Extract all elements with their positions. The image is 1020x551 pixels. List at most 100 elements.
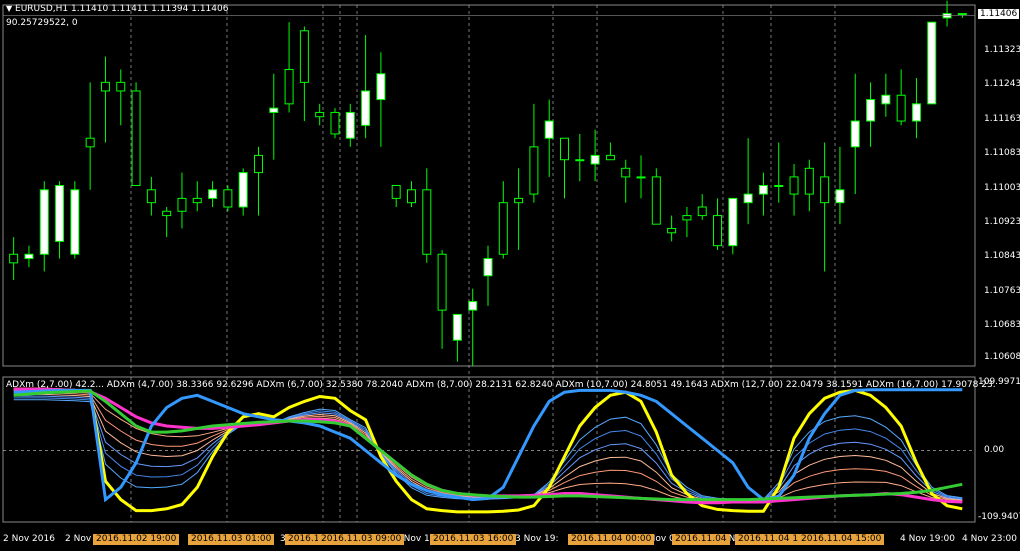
- candle-body: [39, 189, 49, 255]
- time-crosshair-badge: 2016.11.02 19:00: [93, 534, 180, 545]
- candle-body: [253, 154, 263, 174]
- candle-body: [927, 21, 937, 105]
- time-tick-label: 3 Nov 19:: [515, 534, 559, 544]
- chart-window[interactable]: ▼ EURUSD,H1 1.11410 1.11411 1.11394 1.11…: [0, 0, 1020, 551]
- candle-body: [758, 185, 768, 195]
- candle-body: [468, 301, 478, 311]
- time-tick-label: 2 Nov: [65, 534, 92, 544]
- symbol-line: EURUSD,H1 1.11410 1.11411 1.11394 1.1140…: [15, 4, 229, 14]
- candle-body: [957, 13, 967, 16]
- time-tick-label: 4 Nov 23:00: [962, 534, 1017, 544]
- candle-body: [483, 258, 493, 277]
- candle-body: [376, 73, 386, 101]
- candle-body: [682, 215, 692, 221]
- price-tick-label: 1.11243: [984, 79, 1020, 90]
- time-tick-label: 2 Nov 2016: [3, 534, 55, 544]
- candle-body: [452, 313, 462, 341]
- main-pane-frame: [2, 4, 976, 367]
- candle-body: [713, 215, 723, 247]
- candle-body: [835, 189, 845, 204]
- candle-body: [575, 159, 585, 162]
- time-crosshair-badge: 2016.11.03 16:00: [430, 534, 517, 545]
- candle-body: [70, 189, 80, 255]
- candle-body: [774, 185, 784, 187]
- indicator-tick-label: -109.9407: [978, 512, 1020, 522]
- candle-body: [422, 189, 432, 255]
- price-tick-label: 1.11163: [984, 113, 1020, 124]
- indicator-fan-line: [13, 395, 963, 501]
- time-crosshair-badge: 2016.1: [285, 534, 323, 545]
- candle-body: [162, 210, 172, 217]
- dropdown-arrow-icon[interactable]: ▼: [6, 4, 12, 13]
- time-crosshair-badge: 2016.11.04: [672, 534, 730, 545]
- price-tick-label: 1.11003: [984, 182, 1020, 193]
- candle-body: [728, 197, 738, 247]
- candle-body: [621, 167, 631, 178]
- candle-body: [223, 189, 233, 208]
- candle-body: [146, 189, 156, 204]
- price-tick-label: 1.10923: [984, 216, 1020, 227]
- candle-body: [330, 111, 340, 135]
- candle-body: [804, 167, 814, 195]
- time-tick-label: 4 Nov 19:00: [900, 534, 955, 544]
- price-tick-label: 1.11323: [984, 44, 1020, 55]
- price-tick-label: 1.11406: [978, 9, 1020, 20]
- candle-body: [560, 137, 570, 161]
- candle-body: [667, 227, 677, 234]
- candle-body: [361, 90, 371, 126]
- candle-body: [391, 185, 401, 199]
- candle-body: [9, 253, 19, 264]
- candle-body: [24, 253, 34, 260]
- candle-body: [345, 111, 355, 139]
- candle-body: [911, 103, 921, 122]
- candle-body: [100, 81, 110, 92]
- candle-body: [529, 146, 539, 195]
- candle-body: [116, 81, 126, 92]
- indicator-tick-label: 109.9971: [978, 377, 1020, 387]
- candle-body: [55, 185, 65, 242]
- candle-body: [192, 197, 202, 204]
- indicator-fan-line: [13, 390, 963, 503]
- candle-body: [743, 193, 753, 204]
- indicator-legend: ADXm (2,7.00) 42.2... ADXm (4,7.00) 38.3…: [6, 380, 996, 390]
- time-crosshair-badge: 2016.11.03 09:00: [318, 534, 405, 545]
- candle-body: [131, 90, 141, 186]
- candle-body: [651, 176, 661, 225]
- candle-body: [238, 172, 248, 208]
- sub-line: 90.25729522, 0: [6, 18, 78, 28]
- price-tick-label: 1.10683: [984, 320, 1020, 331]
- time-crosshair-badge: 2016.11.04 00:00: [568, 534, 655, 545]
- candle-body: [315, 111, 325, 118]
- price-tick-label: 1.10763: [984, 285, 1020, 296]
- candle-body: [866, 99, 876, 122]
- indicator-fan-line: [13, 399, 963, 500]
- candle-body: [896, 94, 906, 122]
- candle-body: [605, 154, 615, 161]
- candle-body: [850, 120, 860, 148]
- candle-body: [437, 253, 447, 311]
- candle-body: [514, 197, 524, 204]
- time-crosshair-badge: 2016.11.03 01:00: [188, 534, 275, 545]
- candle-body: [498, 202, 508, 255]
- candle-body: [544, 120, 554, 139]
- candle-body: [284, 68, 294, 105]
- indicator-tick-label: 0.00: [984, 444, 1005, 455]
- candle-body: [697, 206, 707, 217]
- candle-body: [636, 176, 646, 179]
- price-chart[interactable]: [0, 0, 1020, 551]
- price-tick-label: 1.11083: [984, 148, 1020, 159]
- candle-body: [177, 197, 187, 212]
- indicator-pane-frame: [2, 376, 976, 523]
- price-tick-label: 1.10608: [984, 352, 1020, 363]
- candle-body: [942, 13, 952, 19]
- time-crosshair-badge: 2016.11.04 11: [735, 534, 807, 545]
- candle-body: [299, 30, 309, 83]
- candle-body: [789, 176, 799, 195]
- time-crosshair-badge: 2016.11.04 15:00: [798, 534, 885, 545]
- candle-body: [85, 137, 95, 148]
- candle-body: [881, 94, 891, 105]
- chart-title: ▼ EURUSD,H1 1.11410 1.11411 1.11394 1.11…: [6, 4, 228, 14]
- candle-body: [406, 189, 416, 204]
- candle-body: [208, 189, 218, 199]
- candle-body: [590, 154, 600, 165]
